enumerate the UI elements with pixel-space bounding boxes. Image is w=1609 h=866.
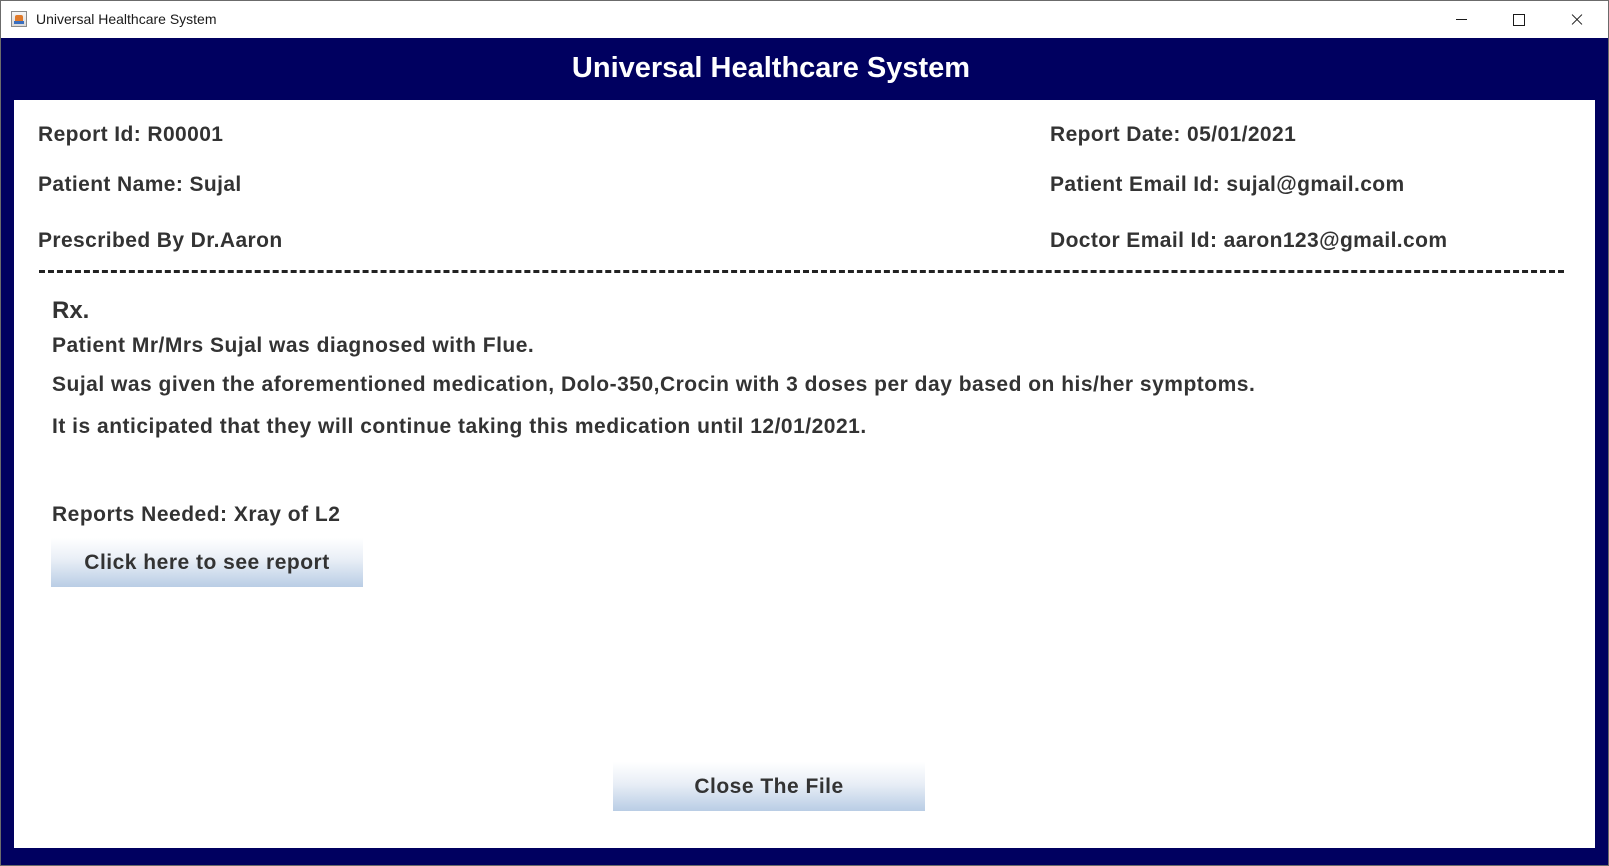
reports-needed-label: Reports Needed: Xray of L2 <box>52 503 341 526</box>
app-window: Universal Healthcare System Universal He… <box>0 0 1609 866</box>
medication-text: Sujal was given the aforementioned medic… <box>52 373 1256 396</box>
page-title: Universal Healthcare System <box>571 52 971 84</box>
report-panel: Report Id: R00001 Report Date: 05/01/202… <box>14 100 1595 848</box>
report-id-label: Report Id: R00001 <box>38 123 224 146</box>
see-report-button[interactable]: Click here to see report <box>51 538 363 587</box>
header-band: Universal Healthcare System <box>1 38 1608 100</box>
section-divider <box>39 270 1564 273</box>
title-bar: Universal Healthcare System <box>1 1 1608 38</box>
patient-email-label: Patient Email Id: sujal@gmail.com <box>1050 173 1405 196</box>
minimize-button[interactable] <box>1432 1 1490 38</box>
doctor-email-label: Doctor Email Id: aaron123@gmail.com <box>1050 229 1448 252</box>
close-window-button[interactable] <box>1548 1 1606 38</box>
report-date-label: Report Date: 05/01/2021 <box>1050 123 1297 146</box>
window-title: Universal Healthcare System <box>36 11 217 27</box>
duration-text: It is anticipated that they will continu… <box>52 415 867 438</box>
rx-heading: Rx. <box>52 297 90 324</box>
close-file-button[interactable]: Close The File <box>613 762 925 811</box>
diagnosis-text: Patient Mr/Mrs Sujal was diagnosed with … <box>52 334 535 357</box>
maximize-button[interactable] <box>1490 1 1548 38</box>
prescribed-by-label: Prescribed By Dr.Aaron <box>38 229 283 252</box>
java-app-icon <box>11 11 27 27</box>
patient-name-label: Patient Name: Sujal <box>38 173 242 196</box>
